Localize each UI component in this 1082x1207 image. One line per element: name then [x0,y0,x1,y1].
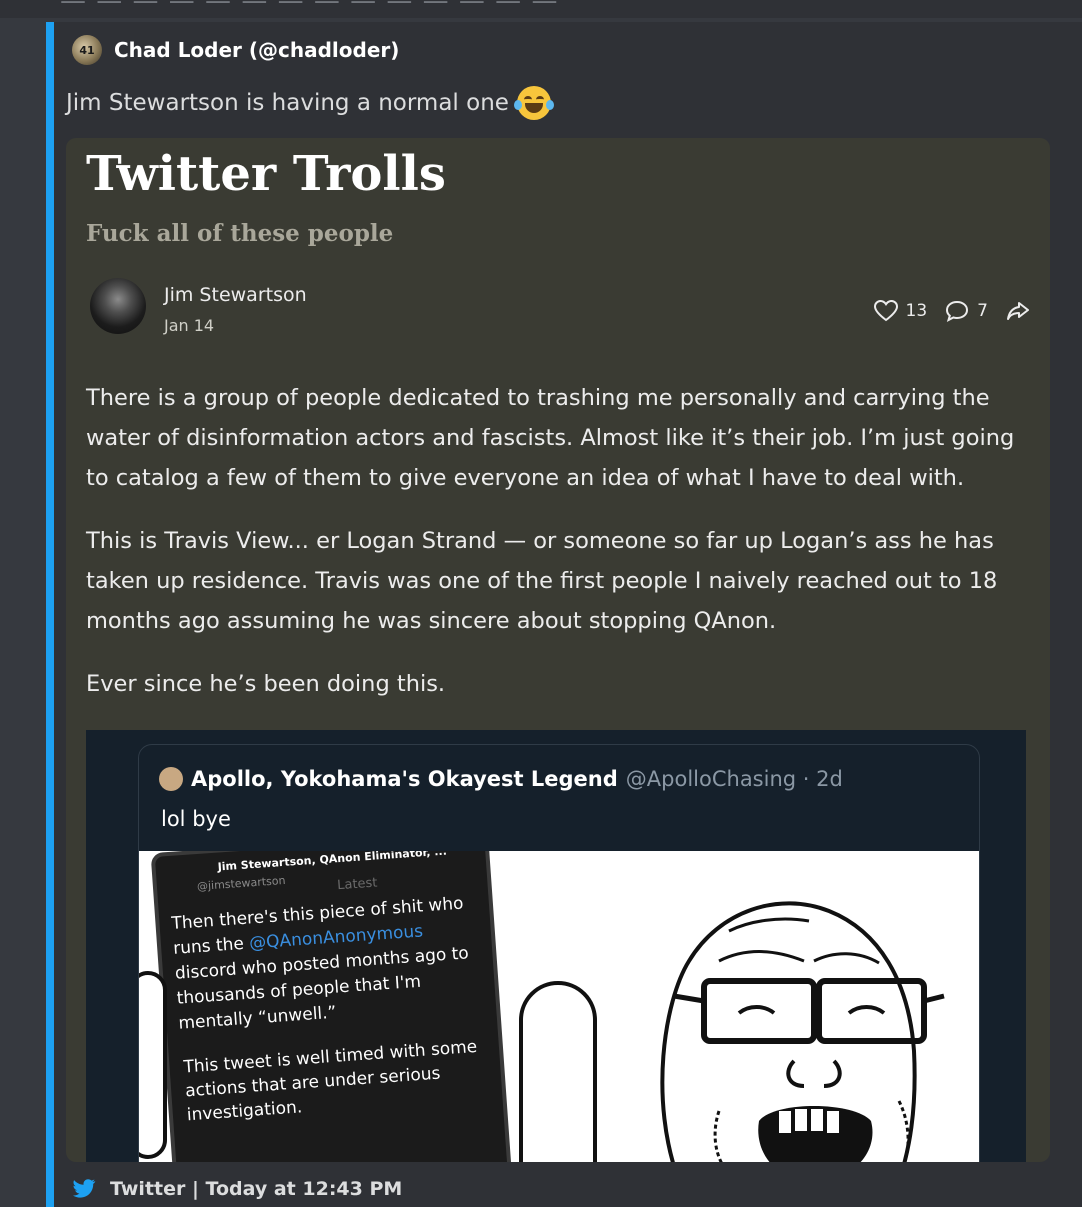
embed-footer-text: Twitter | Today at 12:43 PM [110,1178,403,1200]
post-paragraph: This is Travis View... er Logan Strand —… [86,528,998,634]
embedded-tweet-screenshot: Apollo, Yokohama's Okayest Legend @Apoll… [86,730,1026,1162]
link-embed: 41 Chad Loder (@chadloder) Jim Stewartso… [46,22,1082,1207]
tweet-avatar [159,767,183,791]
phone-text-2: This tweet is well timed with some actio… [182,1036,478,1126]
tweet-header: Apollo, Yokohama's Okayest Legend @Apoll… [159,767,843,791]
post-paragraph: Ever since he’s been doing this. [86,671,446,697]
previous-message-text: — — — — — — — — — — — — — — [60,0,559,16]
post-date: Jan 14 [164,316,215,335]
tweet-text: lol bye [161,807,231,831]
phone-latest: Latest [336,875,378,894]
likes: 13 [873,300,928,322]
embed-image[interactable]: Twitter Trolls Fuck all of these people … [66,138,1050,1162]
comments: 7 [945,300,988,322]
previous-message-strip: — — — — — — — — — — — — — — [0,0,1082,18]
likes-count: 13 [905,301,928,321]
comment-icon [946,300,969,322]
post-paragraph: There is a group of people dedicated to … [86,385,1015,491]
phone-header: Jim Stewartson, QAnon Eliminator, ... [217,851,448,874]
phone-subhandle: @jimstewartson [196,873,286,894]
twitter-bird-icon [73,1179,96,1198]
embed-author-name[interactable]: Chad Loder (@chadloder) [114,38,399,62]
joy-emoji-icon [513,86,554,120]
tweet-card: Apollo, Yokohama's Okayest Legend @Apoll… [138,744,980,1162]
soyjak-drawing [660,901,945,1162]
embed-author[interactable]: 41 Chad Loder (@chadloder) [72,34,399,66]
post-engagement: 13 7 [873,300,1030,322]
post-author-avatar [90,278,146,334]
post-title: Twitter Trolls [86,146,446,202]
finger-drawing [139,971,167,1159]
post-author-name: Jim Stewartson [164,284,307,306]
tweet-handle: @ApolloChasing · 2d [625,767,843,791]
author-avatar: 41 [72,35,102,65]
comments-count: 7 [977,301,988,321]
post-subtitle: Fuck all of these people [86,220,394,247]
tweet-author-name: Apollo, Yokohama's Okayest Legend [191,767,618,791]
meme-image: Jim Stewartson, QAnon Eliminator, ... @j… [139,851,979,1162]
share-icon [1007,302,1029,320]
phone-text: Then there's this piece of shit who runs… [170,893,470,1034]
embed-description-text: Jim Stewartson is having a normal one [66,90,509,116]
embed-description: Jim Stewartson is having a normal one [66,86,554,120]
phone-screenshot: Jim Stewartson, QAnon Eliminator, ... @j… [150,851,514,1162]
embed-footer: Twitter | Today at 12:43 PM [72,1178,402,1200]
post-body: There is a group of people dedicated to … [86,378,1036,727]
thumb-drawing [519,981,597,1162]
heart-icon [873,300,898,322]
